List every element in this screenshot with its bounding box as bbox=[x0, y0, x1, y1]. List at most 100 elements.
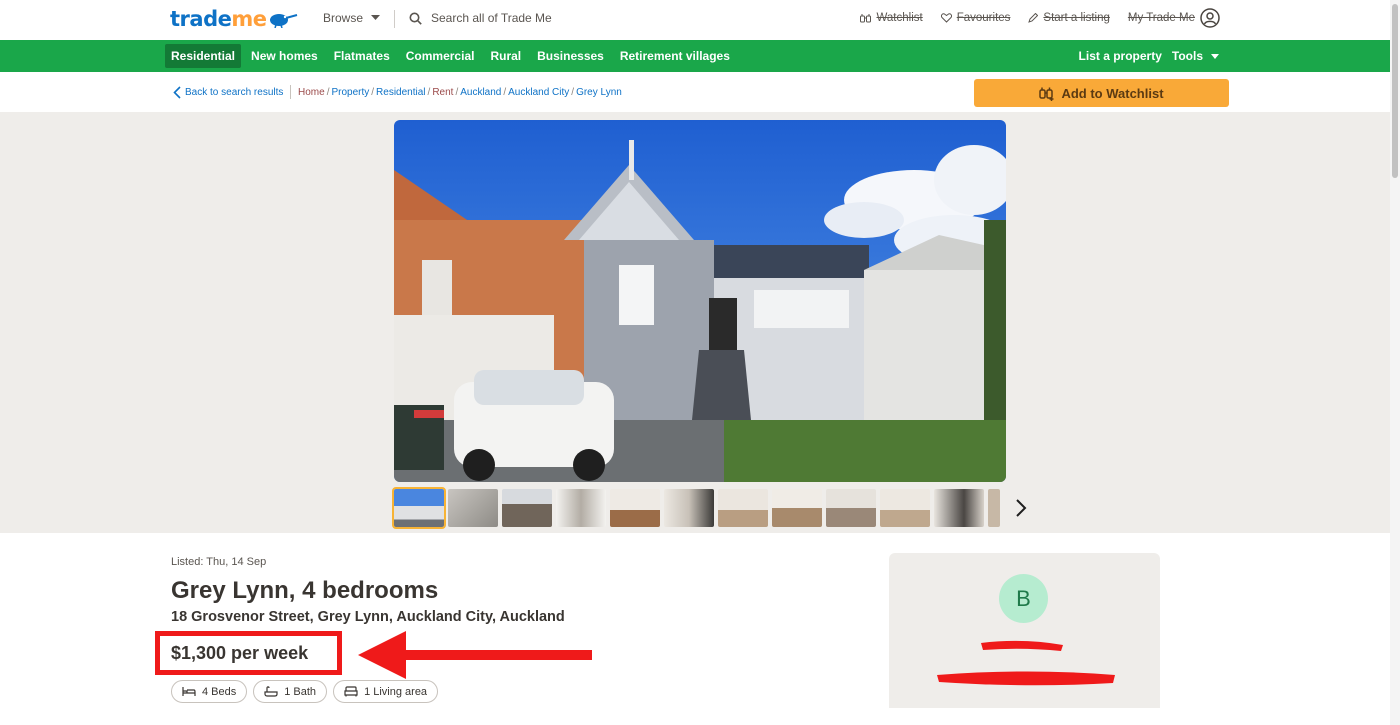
redaction-scribble bbox=[981, 640, 1063, 651]
breadcrumb-rent[interactable]: Rent bbox=[432, 87, 453, 98]
favourites-link[interactable]: Favourites bbox=[940, 12, 1011, 24]
breadcrumb-home[interactable]: Home bbox=[298, 87, 325, 98]
header-divider bbox=[394, 10, 395, 28]
bed-icon bbox=[182, 687, 196, 696]
annotation-arrow bbox=[358, 631, 592, 679]
agent-card-lower bbox=[889, 708, 1160, 725]
redaction-scribble bbox=[937, 671, 1115, 686]
breadcrumb-auckland[interactable]: Auckland bbox=[460, 87, 501, 98]
breadcrumb-property[interactable]: Property bbox=[331, 87, 369, 98]
user-circle-icon bbox=[1200, 8, 1220, 28]
thumbnail[interactable] bbox=[556, 489, 606, 527]
add-to-watchlist-label: Add to Watchlist bbox=[1061, 85, 1164, 101]
watchlist-add-icon bbox=[1039, 87, 1054, 101]
my-trade-me-label: My Trade Me bbox=[1127, 12, 1195, 24]
thumbnail[interactable] bbox=[988, 489, 1000, 527]
tools-label: Tools bbox=[1171, 49, 1203, 63]
photo-gallery bbox=[0, 112, 1390, 533]
search-icon bbox=[409, 12, 422, 25]
list-property-link[interactable]: List a property bbox=[1079, 49, 1162, 63]
beds-label: 4 Beds bbox=[202, 685, 237, 698]
listed-date: Listed: Thu, 14 Sep bbox=[171, 556, 267, 568]
favourites-label: Favourites bbox=[956, 12, 1011, 24]
bath-label: 1 Bath bbox=[284, 685, 317, 698]
breadcrumb-sep: / bbox=[326, 87, 330, 98]
listing-address: 18 Grosvenor Street, Grey Lynn, Auckland… bbox=[171, 609, 565, 625]
breadcrumb-sep: / bbox=[371, 87, 375, 98]
logo-text-trade: trade bbox=[170, 7, 232, 31]
category-tabs: Residential New homes Flatmates Commerci… bbox=[165, 44, 740, 68]
sofa-icon bbox=[344, 686, 358, 697]
scrollbar[interactable] bbox=[1390, 0, 1400, 725]
watchlist-link[interactable]: Watchlist bbox=[860, 12, 923, 24]
chevron-down-icon bbox=[371, 15, 381, 20]
thumbnail[interactable] bbox=[934, 489, 984, 527]
search-input[interactable]: Search all of Trade Me bbox=[409, 11, 552, 25]
heart-icon bbox=[940, 13, 952, 23]
scrollbar-thumb[interactable] bbox=[1392, 4, 1398, 178]
watchlist-label: Watchlist bbox=[876, 12, 923, 24]
thumbnail[interactable] bbox=[502, 489, 552, 527]
listing-price: $1,300 per week bbox=[171, 643, 309, 663]
tab-residential[interactable]: Residential bbox=[165, 44, 242, 68]
breadcrumb: Home / Property / Residential / Rent / Auckl… bbox=[298, 87, 622, 98]
browse-dropdown[interactable]: Browse bbox=[323, 11, 381, 25]
breadcrumb-residential[interactable]: Residential bbox=[376, 87, 425, 98]
back-to-results-link[interactable]: Back to search results bbox=[173, 86, 283, 99]
living-area-label: 1 Living area bbox=[364, 685, 428, 698]
category-nav: Residential New homes Flatmates Commerci… bbox=[0, 40, 1390, 72]
tab-retirement-villages[interactable]: Retirement villages bbox=[614, 44, 736, 68]
chevron-down-icon bbox=[1211, 53, 1219, 59]
nav-right-links: List a property Tools bbox=[1079, 49, 1219, 63]
house-photo-illustration bbox=[394, 120, 1006, 482]
thumbnail[interactable] bbox=[772, 489, 822, 527]
tab-flatmates[interactable]: Flatmates bbox=[328, 44, 396, 68]
tab-new-homes[interactable]: New homes bbox=[245, 44, 324, 68]
start-listing-label: Start a listing bbox=[1043, 12, 1110, 24]
search-placeholder: Search all of Trade Me bbox=[431, 11, 552, 25]
thumbnail[interactable] bbox=[880, 489, 930, 527]
property-features: 4 Beds 1 Bath 1 Living area bbox=[171, 680, 439, 703]
binoculars-icon bbox=[860, 14, 872, 23]
breadcrumb-divider bbox=[290, 85, 291, 99]
thumbnail[interactable] bbox=[392, 487, 446, 529]
thumbnail[interactable] bbox=[826, 489, 876, 527]
back-label: Back to search results bbox=[185, 87, 284, 98]
top-header: trade me Browse Search all of Trade Me Wa… bbox=[0, 0, 1390, 40]
account-links: Watchlist Favourites Start a listing My … bbox=[860, 8, 1220, 28]
tab-commercial[interactable]: Commercial bbox=[400, 44, 481, 68]
beds-chip: 4 Beds bbox=[171, 680, 248, 703]
bath-icon bbox=[264, 686, 278, 697]
thumbnail[interactable] bbox=[664, 489, 714, 527]
start-listing-link[interactable]: Start a listing bbox=[1028, 12, 1110, 24]
logo-text-me: me bbox=[231, 7, 267, 31]
agent-card: B bbox=[889, 553, 1160, 725]
thumbnail[interactable] bbox=[610, 489, 660, 527]
trademe-logo[interactable]: trade me bbox=[170, 6, 298, 32]
thumbnail[interactable] bbox=[448, 489, 498, 527]
thumbnail-strip bbox=[392, 487, 1000, 529]
main-listing-photo[interactable] bbox=[394, 120, 1006, 482]
breadcrumb-auckland-city[interactable]: Auckland City bbox=[508, 87, 569, 98]
breadcrumb-sep: / bbox=[571, 87, 575, 98]
avatar: B bbox=[999, 574, 1048, 623]
tab-businesses[interactable]: Businesses bbox=[531, 44, 610, 68]
listing-title: Grey Lynn, 4 bedrooms bbox=[171, 577, 439, 604]
pencil-icon bbox=[1028, 13, 1039, 23]
living-area-chip: 1 Living area bbox=[333, 680, 439, 703]
bath-chip: 1 Bath bbox=[253, 680, 328, 703]
breadcrumb-bar: Back to search results Home / Property / R… bbox=[0, 72, 1390, 112]
breadcrumb-sep: / bbox=[503, 87, 507, 98]
chevron-left-icon bbox=[173, 86, 181, 99]
browse-label: Browse bbox=[323, 11, 364, 25]
breadcrumb-grey-lynn[interactable]: Grey Lynn bbox=[576, 87, 622, 98]
thumbnail[interactable] bbox=[718, 489, 768, 527]
my-trade-me-link[interactable]: My Trade Me bbox=[1128, 8, 1220, 28]
chevron-right-icon[interactable] bbox=[1012, 497, 1030, 519]
tab-rural[interactable]: Rural bbox=[484, 44, 527, 68]
add-to-watchlist-button[interactable]: Add to Watchlist bbox=[974, 79, 1229, 107]
kiwi-logo-icon bbox=[270, 14, 298, 28]
breadcrumb-sep: / bbox=[455, 87, 459, 98]
breadcrumb-sep: / bbox=[427, 87, 431, 98]
tools-dropdown[interactable]: Tools bbox=[1172, 49, 1219, 63]
